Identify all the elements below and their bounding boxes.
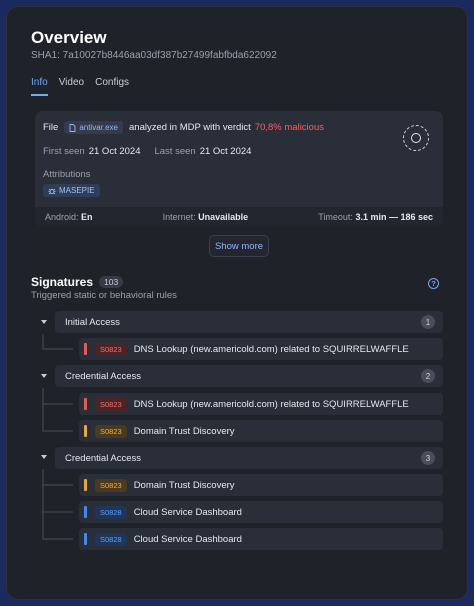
last-seen-label: Last seen (154, 146, 196, 157)
signature-text: DNS Lookup (new.americold.com) related t… (133, 343, 409, 355)
help-icon[interactable]: ? (428, 278, 439, 289)
signature-text: Domain Trust Discovery (133, 479, 235, 491)
file-name: antivar.exe (79, 123, 119, 132)
caret-down-icon[interactable] (41, 455, 47, 459)
first-seen-label: First seen (43, 146, 85, 157)
android-label: Android: (45, 212, 79, 222)
verdict-value: 70,8% malicious (254, 122, 324, 133)
signature-item[interactable]: S0828 Cloud Service Dashboard (79, 528, 443, 550)
signature-text: Domain Trust Discovery (133, 425, 235, 437)
page-title: Overview (31, 28, 107, 47)
show-more-button[interactable]: Show more (209, 235, 269, 257)
tab-video[interactable]: Video (59, 77, 84, 96)
signature-code: S0828 (95, 532, 127, 546)
tree-line (42, 334, 73, 350)
signature-code: S0823 (95, 424, 127, 438)
environment-footer: Android: En Internet: Unavailable Timeou… (35, 207, 443, 227)
last-seen-value: 21 Oct 2024 (199, 146, 252, 157)
android-info: Android: En (45, 212, 93, 222)
group-number-badge: 1 (421, 315, 435, 329)
severity-bar (84, 398, 87, 410)
signatures-title: Signatures (31, 275, 94, 289)
timeout-label: Timeout: (318, 212, 353, 222)
signature-item[interactable]: S0823 DNS Lookup (new.americold.com) rel… (79, 393, 443, 415)
signature-code: S0823 (95, 397, 127, 411)
severity-bar (84, 533, 87, 545)
sha1-hash: SHA1: 7a10027b8446aa03df387b27499fabfbda… (31, 50, 277, 61)
target-icon (403, 125, 429, 151)
signature-item[interactable]: S0823 Domain Trust Discovery (79, 474, 443, 496)
attribution-name: MASEPIE (59, 186, 95, 195)
caret-down-icon[interactable] (41, 320, 47, 324)
file-chip[interactable]: antivar.exe (64, 121, 124, 134)
signature-code: S0823 (95, 342, 127, 356)
internet-value: Unavailable (198, 212, 249, 222)
group-label: Credential Access (65, 452, 142, 464)
file-icon (69, 123, 76, 132)
summary-card: File antivar.exe analyzed in MDP with ve… (35, 111, 443, 227)
signature-item[interactable]: S0823 DNS Lookup (new.americold.com) rel… (79, 338, 443, 360)
severity-bar (84, 425, 87, 437)
attribution-chip[interactable]: MASEPIE (43, 184, 100, 197)
severity-bar (84, 506, 87, 518)
timeout-info: Timeout: 3.1 min — 186 sec (318, 212, 433, 222)
group-initial-access[interactable]: Initial Access 1 (55, 311, 443, 333)
seen-row: First seen 21 Oct 2024 Last seen 21 Oct … (43, 146, 261, 157)
group-credential-access-2[interactable]: Credential Access 3 (55, 447, 443, 469)
group-credential-access[interactable]: Credential Access 2 (55, 365, 443, 387)
group-label: Credential Access (65, 370, 142, 382)
tab-bar: Info Video Configs (31, 77, 140, 96)
severity-bar (84, 343, 87, 355)
internet-info: Internet: Unavailable (163, 212, 249, 222)
overview-panel: Overview SHA1: 7a10027b8446aa03df387b274… (6, 6, 468, 600)
first-seen-value: 21 Oct 2024 (88, 146, 141, 157)
target-icon-center (411, 133, 421, 143)
bug-icon (48, 188, 56, 194)
timeout-value: 3.1 min — 186 sec (355, 212, 433, 222)
signature-item[interactable]: S0823 Domain Trust Discovery (79, 420, 443, 442)
group-label: Initial Access (65, 316, 120, 328)
signature-item[interactable]: S0828 Cloud Service Dashboard (79, 501, 443, 523)
signatures-count-badge: 103 (99, 276, 124, 288)
tree-line (42, 469, 73, 540)
tree-line (42, 388, 73, 432)
signature-text: DNS Lookup (new.americold.com) related t… (133, 398, 409, 410)
analyzed-text: analyzed in MDP with verdict (129, 122, 251, 133)
severity-bar (84, 479, 87, 491)
tab-info[interactable]: Info (31, 77, 48, 96)
internet-label: Internet: (162, 212, 196, 222)
tab-configs[interactable]: Configs (95, 77, 129, 96)
android-value: En (81, 212, 93, 222)
verdict-row: File antivar.exe analyzed in MDP with ve… (43, 121, 324, 134)
signature-code: S0828 (95, 505, 127, 519)
signatures-heading: Signatures 103 (31, 275, 124, 289)
signature-code: S0823 (95, 478, 127, 492)
signature-text: Cloud Service Dashboard (133, 506, 242, 518)
caret-down-icon[interactable] (41, 374, 47, 378)
group-number-badge: 2 (421, 369, 435, 383)
attributions-label: Attributions (43, 169, 91, 180)
signatures-subtitle: Triggered static or behavioral rules (31, 290, 177, 301)
group-number-badge: 3 (421, 451, 435, 465)
file-label: File (43, 122, 59, 133)
signature-text: Cloud Service Dashboard (133, 533, 242, 545)
